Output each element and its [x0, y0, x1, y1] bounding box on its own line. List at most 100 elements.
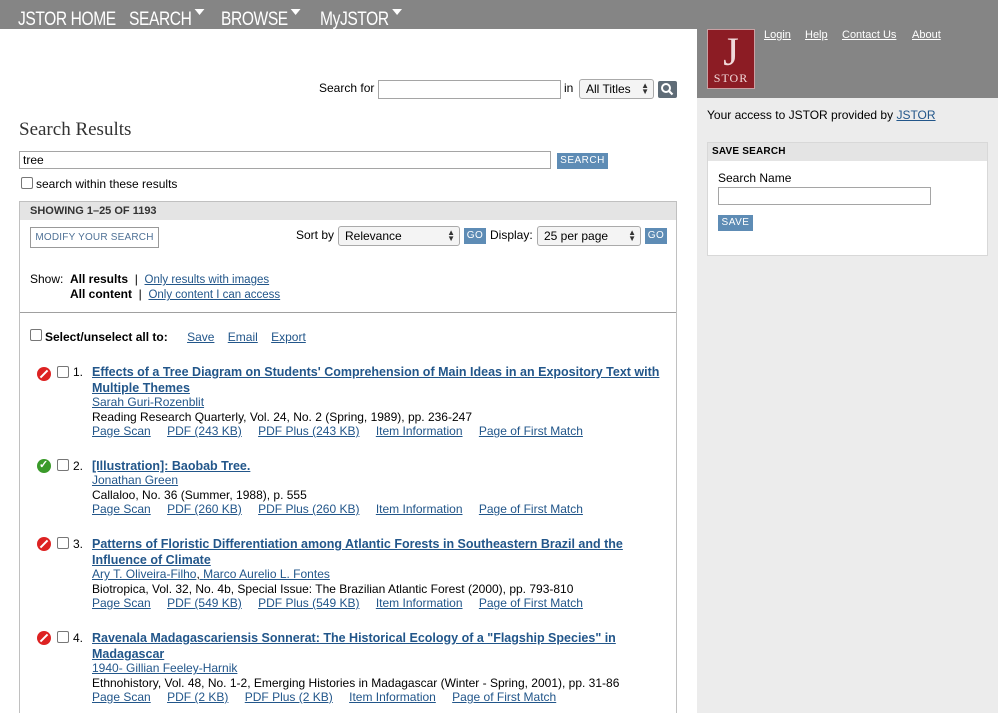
result-links: Page Scan PDF (260 KB) PDF Plus (260 KB)…	[92, 502, 596, 516]
filter-all-content[interactable]: All content	[70, 287, 132, 301]
sort-go-button[interactable]: GO	[464, 228, 486, 244]
help-link[interactable]: Help	[805, 29, 828, 41]
result-source: Ethnohistory, Vol. 48, No. 1-2, Emerging…	[92, 676, 620, 690]
filter-all-results[interactable]: All results	[70, 272, 128, 286]
chevron-down-icon	[194, 9, 205, 15]
save-search-panel: SAVE SEARCH Search Name SAVE	[707, 142, 988, 256]
result-title[interactable]: [Illustration]: Baobab Tree.	[92, 458, 667, 474]
result-source: Biotropica, Vol. 32, No. 4b, Special Iss…	[92, 582, 574, 596]
search-scope-value: All Titles	[586, 82, 631, 96]
nav-home[interactable]: JSTOR HOME	[18, 9, 116, 31]
search-name-label: Search Name	[718, 171, 792, 185]
access-note: Your access to JSTOR provided by JSTOR	[707, 108, 936, 122]
display-label: Display:	[490, 228, 533, 242]
access-prefix: Your access to JSTOR provided by	[707, 108, 897, 122]
filter-results-row: All results | Only results with images	[70, 272, 269, 286]
save-selected-link[interactable]: Save	[187, 330, 214, 344]
show-label: Show:	[30, 272, 64, 286]
sidebar-header: J STOR Login Help Contact Us About	[697, 0, 998, 98]
result-links: Page Scan PDF (2 KB) PDF Plus (2 KB) Ite…	[92, 690, 569, 704]
nav-browse[interactable]: BROWSE	[221, 9, 301, 31]
item-info-link[interactable]: Item Information	[349, 690, 436, 704]
first-match-link[interactable]: Page of First Match	[479, 424, 583, 438]
sort-select[interactable]: Relevance ▲ ▼	[338, 226, 460, 246]
divider	[20, 312, 676, 313]
access-provider-link[interactable]: JSTOR	[896, 108, 935, 122]
search-for-input[interactable]	[378, 80, 561, 99]
pdf-link[interactable]: PDF (2 KB)	[167, 690, 228, 704]
result-title[interactable]: Effects of a Tree Diagram on Students' C…	[92, 364, 667, 396]
result-source: Callaloo, No. 36 (Summer, 1988), p. 555	[92, 488, 307, 502]
search-icon	[661, 83, 674, 96]
page-scan-link[interactable]: Page Scan	[92, 424, 151, 438]
result-author[interactable]: Marco Aurelio L. Fontes	[203, 567, 330, 581]
search-within-label: search within these results	[36, 177, 178, 191]
email-selected-link[interactable]: Email	[228, 330, 258, 344]
display-go-button[interactable]: GO	[645, 228, 667, 244]
filter-content-row: All content | Only content I can access	[70, 287, 280, 301]
logo-letter: J	[723, 29, 739, 74]
result-author[interactable]: Ary T. Oliveira-Filho	[92, 567, 196, 581]
filter-divider: |	[134, 272, 138, 286]
result-checkbox[interactable]	[57, 631, 69, 643]
nav-myjstor[interactable]: MyJSTOR	[320, 9, 402, 31]
result-number: 2.	[73, 459, 84, 473]
page-scan-link[interactable]: Page Scan	[92, 596, 151, 610]
first-match-link[interactable]: Page of First Match	[452, 690, 556, 704]
display-select[interactable]: 25 per page ▲ ▼	[537, 226, 641, 246]
first-match-link[interactable]: Page of First Match	[479, 596, 583, 610]
pdf-plus-link[interactable]: PDF Plus (260 KB)	[258, 502, 359, 516]
results-panel: SHOWING 1–25 OF 1193 MODIFY YOUR SEARCH …	[19, 201, 677, 713]
modify-search-button[interactable]: MODIFY YOUR SEARCH	[30, 227, 159, 248]
item-info-link[interactable]: Item Information	[376, 424, 463, 438]
result-checkbox[interactable]	[57, 366, 69, 378]
query-search-button[interactable]: SEARCH	[557, 153, 608, 169]
filter-images-only[interactable]: Only results with images	[145, 274, 270, 286]
result-links: Page Scan PDF (243 KB) PDF Plus (243 KB)…	[92, 424, 596, 438]
result-title[interactable]: Ravenala Madagascariensis Sonnerat: The …	[92, 630, 667, 662]
logo-text: STOR	[713, 71, 749, 85]
page-scan-link[interactable]: Page Scan	[92, 690, 151, 704]
search-for-label: Search for	[319, 81, 375, 95]
nav-browse-label: BROWSE	[221, 9, 288, 30]
result-author[interactable]: Jonathan Green	[92, 473, 178, 487]
pdf-plus-link[interactable]: PDF Plus (2 KB)	[245, 690, 333, 704]
search-in-label: in	[564, 81, 574, 95]
query-input[interactable]: tree	[19, 151, 551, 169]
access-granted-icon	[37, 458, 51, 473]
pdf-link[interactable]: PDF (549 KB)	[167, 596, 242, 610]
result-checkbox[interactable]	[57, 459, 69, 471]
select-all-row: Select/unselect all to: Save Email Expor…	[45, 330, 306, 344]
select-all-label: Select/unselect all to:	[45, 330, 168, 344]
search-within-checkbox[interactable]	[21, 177, 33, 189]
result-links: Page Scan PDF (549 KB) PDF Plus (549 KB)…	[92, 596, 596, 610]
filter-access-only[interactable]: Only content I can access	[148, 289, 280, 301]
save-search-button[interactable]: SAVE	[718, 215, 753, 231]
select-arrows-icon: ▲ ▼	[447, 228, 455, 243]
nav-search[interactable]: SEARCH	[129, 9, 205, 31]
result-number: 1.	[73, 365, 84, 379]
select-all-checkbox[interactable]	[30, 329, 42, 341]
result-checkbox[interactable]	[57, 537, 69, 549]
pdf-plus-link[interactable]: PDF Plus (243 KB)	[258, 424, 359, 438]
access-denied-icon	[37, 367, 51, 381]
result-author[interactable]: Sarah Guri-Rozenblit	[92, 395, 204, 409]
first-match-link[interactable]: Page of First Match	[479, 502, 583, 516]
contact-link[interactable]: Contact Us	[842, 29, 896, 41]
about-link[interactable]: About	[912, 29, 941, 41]
item-info-link[interactable]: Item Information	[376, 502, 463, 516]
export-selected-link[interactable]: Export	[271, 330, 306, 344]
search-name-input[interactable]	[718, 187, 931, 205]
login-link[interactable]: Login	[764, 29, 791, 41]
item-info-link[interactable]: Item Information	[376, 596, 463, 610]
pdf-link[interactable]: PDF (243 KB)	[167, 424, 242, 438]
search-button[interactable]	[658, 81, 677, 98]
search-scope-select[interactable]: All Titles ▲ ▼	[579, 79, 654, 99]
jstor-logo[interactable]: J STOR	[707, 29, 755, 89]
result-author[interactable]: 1940- Gillian Feeley-Harnik	[92, 661, 237, 675]
pdf-link[interactable]: PDF (260 KB)	[167, 502, 242, 516]
page-scan-link[interactable]: Page Scan	[92, 502, 151, 516]
result-authors: Ary T. Oliveira-Filho, Marco Aurelio L. …	[92, 567, 330, 581]
result-title[interactable]: Patterns of Floristic Differentiation am…	[92, 536, 667, 568]
pdf-plus-link[interactable]: PDF Plus (549 KB)	[258, 596, 359, 610]
